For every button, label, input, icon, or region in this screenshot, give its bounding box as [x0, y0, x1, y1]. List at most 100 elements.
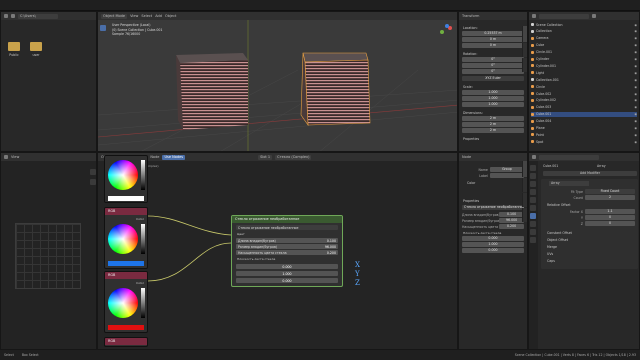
- output-tab-icon[interactable]: [530, 181, 536, 187]
- particles-tab-icon[interactable]: [530, 221, 536, 227]
- editor-type-icon[interactable]: [532, 155, 536, 159]
- sidebar-tab-item[interactable]: [522, 26, 527, 42]
- image-tool-icon[interactable]: [90, 169, 96, 175]
- rotation-x-row[interactable]: 0°: [462, 57, 524, 62]
- image-tool-icon[interactable]: [90, 179, 96, 185]
- sidebar-input-row[interactable]: Насыщенность цвета стекла0.200: [462, 224, 524, 229]
- uvs-subpanel[interactable]: UVs: [547, 252, 553, 256]
- location-x-row[interactable]: 0.25537 m: [462, 31, 524, 36]
- input-row[interactable]: Размер впадин(бугров) 96.000: [236, 244, 338, 249]
- location-y-row[interactable]: 0 m: [462, 37, 524, 42]
- sidebar-vector-z[interactable]: 0.000: [462, 248, 524, 253]
- factor-z-row[interactable]: Z0: [544, 221, 635, 226]
- tool-tab-icon[interactable]: [530, 165, 536, 171]
- folder-item-user[interactable]: user: [27, 42, 45, 62]
- group-select-dropdown[interactable]: Стекло отражение необработанное: [462, 205, 524, 210]
- factor-z-field[interactable]: 0: [584, 221, 635, 226]
- material-tab-icon[interactable]: [530, 237, 536, 243]
- sidebar-input-row[interactable]: Размер впадин(бугров) 96.000: [462, 218, 524, 223]
- visibility-eye-icon[interactable]: ◉: [634, 43, 637, 47]
- scale-z-row[interactable]: 1.000: [462, 102, 524, 107]
- sidebar-vector-y-value[interactable]: 1.000: [462, 242, 524, 247]
- color-subpanel[interactable]: Color: [467, 181, 475, 185]
- visibility-eye-icon[interactable]: ◉: [634, 29, 637, 33]
- rotation-z-field[interactable]: 0°: [462, 69, 524, 74]
- fit-type-dropdown[interactable]: Fixed Count: [584, 189, 635, 194]
- node-name-row[interactable]: Name Group: [462, 167, 524, 172]
- node-tab-options[interactable]: [522, 208, 527, 222]
- outliner-row[interactable]: Point ◉: [531, 132, 637, 137]
- scale-x-row[interactable]: 1.000: [462, 90, 524, 95]
- rotation-x-field[interactable]: 0°: [462, 57, 524, 62]
- outliner-display-icon[interactable]: [532, 14, 536, 18]
- outliner-row[interactable]: Cylinder.001 ◉: [531, 63, 637, 68]
- group-node-title[interactable]: Стекло отражение необработанное: [232, 216, 342, 223]
- outliner-row[interactable]: Collection ◉: [531, 29, 637, 34]
- properties-subpanel[interactable]: Properties: [463, 137, 479, 141]
- dimension-x-row[interactable]: 2 m: [462, 116, 524, 121]
- node-editor[interactable]: Object View Select Add Node Use Nodes Sl…: [97, 152, 458, 350]
- sidebar-tab-view[interactable]: [522, 58, 527, 72]
- relative-offset-subpanel[interactable]: Relative Offset: [547, 203, 570, 207]
- group-dropdown[interactable]: Стекло отражение необработанное: [236, 225, 338, 230]
- location-z-field[interactable]: 0 m: [462, 43, 524, 48]
- editor-type-icon[interactable]: [4, 155, 8, 159]
- rotation-y-field[interactable]: 0°: [462, 63, 524, 68]
- location-x-field[interactable]: 0.25537 m: [462, 31, 524, 36]
- outliner-row[interactable]: Plane ◉: [531, 126, 637, 131]
- outliner-row[interactable]: Cube.004 ◉: [531, 119, 637, 124]
- visibility-eye-icon[interactable]: ◉: [634, 71, 637, 75]
- rotation-y-row[interactable]: 0°: [462, 63, 524, 68]
- visibility-eye-icon[interactable]: ◉: [634, 36, 637, 40]
- sidebar-input-row[interactable]: Длина впадин(бугров) 0.100: [462, 212, 524, 217]
- dimension-x-field[interactable]: 2 m: [462, 116, 524, 121]
- outliner-row[interactable]: Cube.003 ◉: [531, 105, 637, 110]
- folder-item-public[interactable]: Public: [5, 42, 23, 62]
- factor-y-row[interactable]: Y0: [544, 215, 635, 220]
- cube-right-selected[interactable]: [300, 52, 371, 127]
- cube-left[interactable]: [176, 53, 248, 130]
- factor-y-field[interactable]: 0: [584, 215, 635, 220]
- count-field[interactable]: 2: [584, 195, 635, 200]
- back-arrow-icon[interactable]: [4, 14, 8, 18]
- modifier-tab-icon[interactable]: [530, 213, 536, 219]
- gizmo-z-icon[interactable]: [445, 24, 449, 28]
- menu-view[interactable]: View: [130, 14, 138, 18]
- object-offset-subpanel[interactable]: Object Offset: [547, 238, 568, 242]
- object-tab-icon[interactable]: [530, 205, 536, 211]
- visibility-eye-icon[interactable]: ◉: [634, 112, 637, 116]
- filter-icon[interactable]: [592, 14, 596, 18]
- array-modifier-panel[interactable]: Array Fit Type Fixed Count Count 2 Relativ…: [541, 179, 638, 269]
- sidebar-input-value[interactable]: 96.000: [499, 218, 524, 223]
- add-modifier-button[interactable]: Add Modifier: [543, 171, 637, 176]
- rotation-z-row[interactable]: 0°: [462, 69, 524, 74]
- scale-y-field[interactable]: 1.000: [462, 96, 524, 101]
- node-label-row[interactable]: Label: [462, 173, 524, 178]
- node-tab-view[interactable]: [522, 193, 527, 207]
- sidebar-input-value[interactable]: 0.100: [499, 212, 524, 217]
- sidebar-transform-header[interactable]: Transform: [459, 12, 527, 20]
- menu-object[interactable]: Object: [165, 14, 176, 18]
- scene-tab-icon[interactable]: [530, 189, 536, 195]
- node-label-field[interactable]: [489, 173, 524, 178]
- properties-subpanel[interactable]: Properties: [463, 199, 479, 203]
- rotation-mode-dropdown[interactable]: XYZ Euler: [462, 76, 524, 81]
- navigation-gizmo[interactable]: [438, 24, 454, 40]
- physics-tab-icon[interactable]: [530, 229, 536, 235]
- node-sidebar-header[interactable]: Node: [459, 153, 527, 161]
- caps-subpanel[interactable]: Caps: [547, 259, 555, 263]
- viewport-3d[interactable]: Object Mode View Select Add Object User …: [97, 11, 458, 152]
- scale-x-field[interactable]: 1.000: [462, 90, 524, 95]
- gizmo-y-icon[interactable]: [440, 30, 444, 34]
- visibility-eye-icon[interactable]: ◉: [634, 92, 637, 96]
- factor-x-row[interactable]: Factor X 1.1: [544, 209, 635, 214]
- group-select-row[interactable]: Стекло отражение необработанное: [462, 205, 524, 210]
- dimension-y-field[interactable]: 2 m: [462, 122, 524, 127]
- glass-group-node[interactable]: Стекло отражение необработанное Стекло о…: [231, 215, 343, 287]
- sidebar-input-value[interactable]: 0.200: [499, 224, 524, 229]
- outliner-row[interactable]: Light ◉: [531, 70, 637, 75]
- scale-y-row[interactable]: 1.000: [462, 96, 524, 101]
- sidebar-vector-y[interactable]: 1.000: [462, 242, 524, 247]
- vector-x-field[interactable]: 0.000: [236, 264, 338, 269]
- world-tab-icon[interactable]: [530, 197, 536, 203]
